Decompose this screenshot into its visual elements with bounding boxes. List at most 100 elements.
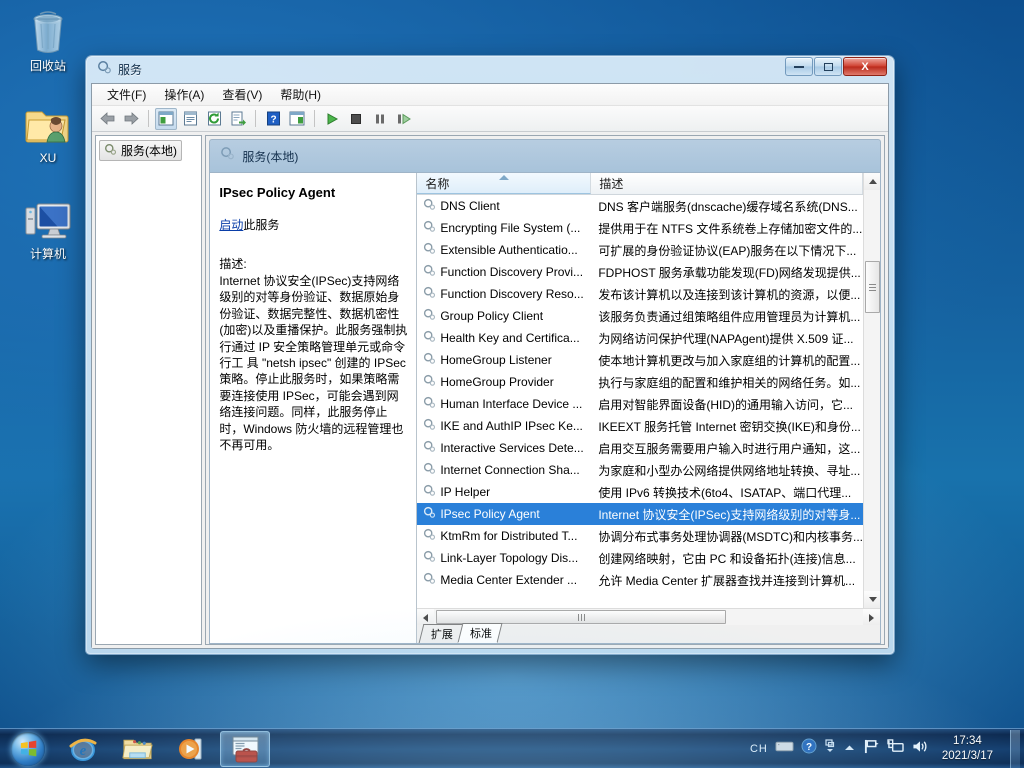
services-list-rows[interactable]: DNS ClientDNS 客户端服务(dnscache)缓存域名系统(DNS.… (417, 195, 863, 608)
volume-icon[interactable] (911, 739, 929, 759)
toolbar-separator-3 (314, 110, 315, 127)
desktop[interactable]: 回收站 XU (0, 0, 1024, 768)
table-row[interactable]: HomeGroup Listener使本地计算机更改与加入家庭组的计算机的配置.… (417, 349, 863, 371)
menu-item-help[interactable]: 帮助(H) (271, 84, 330, 105)
service-name-cell: IP Helper (417, 484, 591, 500)
start-service-link[interactable]: 启动 (219, 218, 243, 232)
services-window[interactable]: 服务 X 文件(F) 操作(A) 查看(V) 帮助(H) (85, 55, 895, 655)
service-description-cell: 允许 Media Center 扩展器查找并连接到计算机... (591, 572, 863, 589)
window-titlebar[interactable]: 服务 X (91, 56, 889, 83)
ime-indicator[interactable]: CH (750, 743, 768, 755)
keyboard-icon[interactable] (775, 740, 794, 758)
menu-item-action[interactable]: 操作(A) (155, 84, 213, 105)
tab-label: 扩展 (431, 626, 453, 642)
service-description-cell: 提供用于在 NTFS 文件系统卷上存储加密文件的... (591, 220, 863, 237)
table-row[interactable]: IPsec Policy AgentInternet 协议安全(IPSec)支持… (417, 503, 863, 525)
taskbar-internet-explorer[interactable]: e (58, 731, 108, 767)
service-description-cell: FDPHOST 服务承载功能发现(FD)网络发现提供... (591, 264, 863, 281)
network-flag-icon[interactable] (863, 739, 880, 759)
minimize-button[interactable] (785, 57, 813, 76)
stop-service-icon[interactable] (345, 108, 367, 130)
media-player-icon (176, 735, 206, 763)
service-name-cell: HomeGroup Listener (417, 352, 591, 368)
view-tabs[interactable]: 扩展 标准 (417, 625, 880, 643)
start-service-icon[interactable] (321, 108, 343, 130)
table-row[interactable]: Health Key and Certifica...为网络访问保护代理(NAP… (417, 327, 863, 349)
column-header-description[interactable]: 描述 (591, 173, 863, 194)
taskbar-services-window[interactable] (220, 731, 270, 767)
svg-text:e: e (80, 743, 87, 759)
network-icon[interactable] (887, 739, 904, 759)
export-list-icon[interactable] (227, 108, 249, 130)
column-header-label: 描述 (599, 175, 623, 192)
column-header-name[interactable]: 名称 (417, 173, 591, 194)
properties-icon[interactable] (179, 108, 201, 130)
menu-item-file[interactable]: 文件(F) (98, 84, 155, 105)
table-row[interactable]: HomeGroup Provider执行与家庭组的配置和维护相关的网络任务。如.… (417, 371, 863, 393)
service-name-cell: Health Key and Certifica... (417, 330, 591, 346)
menu-bar[interactable]: 文件(F) 操作(A) 查看(V) 帮助(H) (92, 84, 888, 106)
console-tree[interactable]: 服务(本地) (95, 135, 202, 645)
table-row[interactable]: IP Helper使用 IPv6 转换技术(6to4、ISATAP、端口代理..… (417, 481, 863, 503)
vertical-scrollbar[interactable] (863, 173, 880, 608)
table-row[interactable]: Interactive Services Dete...启用交互服务需要用户输入… (417, 437, 863, 459)
services-list-pane[interactable]: 名称 描述 DNS ClientDNS 客户端服务(dnscache)缓存域名系… (417, 173, 880, 643)
table-row[interactable]: Group Policy Client该服务负责通过组策略组件应用管理员为计算机… (417, 305, 863, 327)
system-tray[interactable]: CH ? 17:34 2021/3 (750, 729, 1024, 768)
list-column-headers[interactable]: 名称 描述 (417, 173, 863, 195)
service-name-cell: Function Discovery Reso... (417, 286, 591, 302)
tree-item-services-local[interactable]: 服务(本地) (99, 140, 182, 161)
window-controls[interactable]: X (785, 57, 887, 76)
table-row[interactable]: Human Interface Device ...启用对智能界面设备(HID)… (417, 393, 863, 415)
maximize-button[interactable] (814, 57, 842, 76)
help-question-icon[interactable]: ? (801, 738, 817, 759)
toolbar[interactable]: ? (92, 106, 888, 132)
content-pane: 服务(本地) IPsec Policy Agent 启动此服务 描述: Inte… (205, 135, 885, 645)
taskbar-media-player[interactable] (166, 731, 216, 767)
start-button[interactable] (2, 730, 54, 768)
show-hidden-icons-icon[interactable] (824, 738, 836, 759)
back-icon[interactable] (96, 108, 118, 130)
forward-icon[interactable] (120, 108, 142, 130)
table-row[interactable]: Link-Layer Topology Dis...创建网络映射，它由 PC 和… (417, 547, 863, 569)
clock[interactable]: 17:34 2021/3/17 (936, 734, 999, 764)
table-row[interactable]: DNS ClientDNS 客户端服务(dnscache)缓存域名系统(DNS.… (417, 195, 863, 217)
grip-icon (578, 614, 585, 621)
vertical-scrollbar-thumb[interactable] (865, 261, 880, 313)
scroll-down-button[interactable] (864, 591, 881, 608)
table-row[interactable]: Extensible Authenticatio...可扩展的身份验证协议(EA… (417, 239, 863, 261)
taskbar[interactable]: e (0, 728, 1024, 768)
pause-service-icon[interactable] (369, 108, 391, 130)
service-gear-icon (423, 308, 436, 324)
desktop-icon-recycle-bin[interactable]: 回收站 (8, 8, 88, 73)
desktop-icon-user-folder[interactable]: XU (8, 100, 88, 165)
taskbar-windows-explorer[interactable] (112, 731, 162, 767)
desktop-icon-label: 计算机 (8, 247, 88, 261)
tab-standard[interactable]: 标准 (458, 623, 503, 643)
table-row[interactable]: KtmRm for Distributed T...协调分布式事务处理协调器(M… (417, 525, 863, 547)
service-name-label: Interactive Services Dete... (440, 441, 583, 455)
folder-icon (122, 736, 153, 762)
service-name-cell: Group Policy Client (417, 308, 591, 324)
table-row[interactable]: Encrypting File System (...提供用于在 NTFS 文件… (417, 217, 863, 239)
table-row[interactable]: Media Center Extender ...允许 Media Center… (417, 569, 863, 591)
desktop-icon-computer[interactable]: 计算机 (8, 196, 88, 261)
service-gear-icon (423, 286, 436, 302)
table-row[interactable]: IKE and AuthIP IPsec Ke...IKEEXT 服务托管 In… (417, 415, 863, 437)
panes: IPsec Policy Agent 启动此服务 描述: Internet 协议… (209, 172, 881, 644)
refresh-icon[interactable] (203, 108, 225, 130)
table-row[interactable]: Internet Connection Sha...为家庭和小型办公网络提供网络… (417, 459, 863, 481)
scroll-up-button[interactable] (864, 173, 881, 190)
help-icon[interactable]: ? (262, 108, 284, 130)
close-button[interactable]: X (843, 57, 887, 76)
chevron-up-icon[interactable] (843, 740, 856, 758)
table-row[interactable]: Function Discovery Reso...发布该计算机以及连接到该计算… (417, 283, 863, 305)
show-hide-console-tree-icon[interactable] (155, 108, 177, 130)
show-desktop-button[interactable] (1010, 730, 1020, 768)
show-action-pane-icon[interactable] (286, 108, 308, 130)
table-row[interactable]: Function Discovery Provi...FDPHOST 服务承载功… (417, 261, 863, 283)
menu-item-view[interactable]: 查看(V) (213, 84, 271, 105)
restart-service-icon[interactable] (393, 108, 415, 130)
scroll-right-button[interactable] (863, 609, 880, 626)
horizontal-scrollbar-thumb[interactable] (436, 610, 726, 624)
